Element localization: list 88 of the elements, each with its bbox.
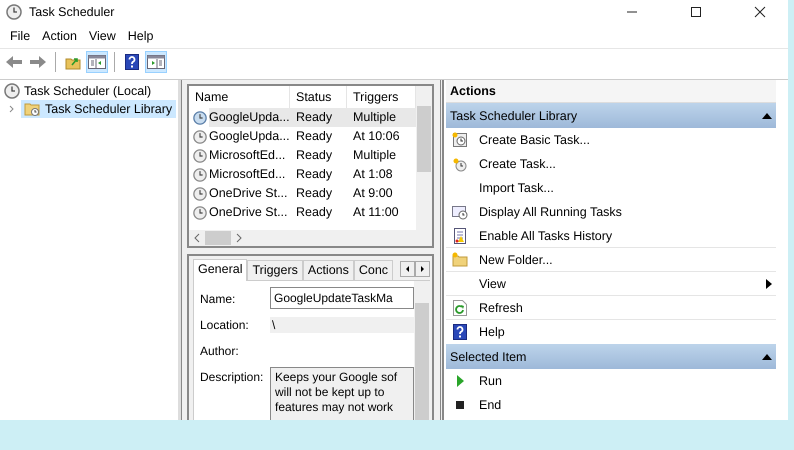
submenu-arrow-icon: [766, 278, 772, 288]
clock-icon: [193, 168, 207, 182]
table-cell-text: GoogleUpda...: [209, 128, 290, 145]
tree-item[interactable]: Task Scheduler (Local): [24, 84, 152, 98]
clock-icon: [6, 4, 22, 20]
command-link[interactable]: Import Task...: [479, 181, 554, 195]
section-header[interactable]: Task Scheduler Library: [446, 103, 776, 128]
actions-header: Actions: [446, 80, 776, 103]
menu-item[interactable]: Action: [36, 29, 83, 43]
command-link[interactable]: Refresh: [479, 300, 523, 314]
clock-icon: [193, 148, 207, 162]
description-field[interactable]: Keeps your Google sof will not be kept up to features may not work: [270, 367, 414, 420]
table-cell-text: At 11:00: [352, 204, 400, 221]
menu-item[interactable]: View: [82, 29, 122, 43]
command-link[interactable]: New Folder...: [479, 252, 553, 266]
tab[interactable]: Triggers: [247, 260, 303, 280]
table-cell-text: OneDrive St...: [209, 204, 288, 221]
calendar-clock-icon: [452, 132, 468, 148]
log-icon: [452, 228, 468, 244]
table-cell-text: Ready: [295, 147, 334, 164]
tree-item[interactable]: Task Scheduler Library: [21, 100, 176, 118]
table-row[interactable]: GoogleUpda... Ready At 10:06: [189, 127, 416, 146]
field-label: Location:: [200, 317, 250, 334]
refresh-icon: [453, 300, 467, 316]
command-link[interactable]: Create Task...: [479, 157, 556, 171]
table-cell-text: Ready: [295, 185, 334, 202]
table-row[interactable]: OneDrive St... Ready At 11:00: [189, 203, 416, 222]
table-cell-text: MicrosoftEd...: [209, 147, 286, 164]
field-label: Author:: [200, 343, 240, 360]
command-link[interactable]: View: [479, 276, 506, 290]
table-cell: Multiple: [347, 108, 416, 127]
command-link[interactable]: Enable All Tasks History: [479, 228, 612, 242]
table-row[interactable]: MicrosoftEd... Ready At 1:08: [189, 165, 416, 184]
help-icon: [453, 324, 467, 340]
name-field[interactable]: GoogleUpdateTaskMa: [270, 287, 414, 309]
pane-icon[interactable]: [86, 51, 108, 73]
command-link[interactable]: Display All Running Tasks: [479, 205, 622, 219]
collapse-icon[interactable]: [762, 354, 772, 360]
table-cell-text: At 9:00: [352, 185, 394, 202]
pane-icon[interactable]: [145, 51, 167, 73]
table-cell-text: At 10:06: [352, 128, 401, 145]
chevron-icon[interactable]: [8, 105, 16, 113]
stop-icon: [453, 398, 467, 412]
vertical-scrollbar[interactable]: [416, 86, 432, 246]
table-cell-text: At 1:08: [352, 166, 394, 183]
command-link[interactable]: Help: [479, 325, 505, 339]
clock-icon: [4, 83, 20, 99]
menu-item[interactable]: Help: [122, 29, 160, 43]
scroll-thumb[interactable]: [415, 303, 429, 420]
maximize-icon[interactable]: [690, 6, 702, 18]
folder-icon: [452, 252, 468, 268]
command-link[interactable]: End: [479, 398, 502, 412]
table-row[interactable]: GoogleUpda... Ready Multiple: [189, 108, 416, 127]
table-cell-text: OneDrive St...: [209, 185, 288, 202]
table-row[interactable]: OneDrive St... Ready At 9:00: [189, 184, 416, 203]
command-link[interactable]: Run: [479, 374, 502, 388]
clock-icon: [193, 206, 207, 220]
clock-icon: [193, 186, 207, 200]
table-cell-text: Ready: [295, 204, 334, 221]
window-title: Task Scheduler: [29, 5, 114, 19]
tab[interactable]: Conc: [354, 260, 394, 280]
tab[interactable]: General: [193, 259, 248, 281]
clock-icon: [452, 156, 468, 172]
table-row[interactable]: MicrosoftEd... Ready Multiple: [189, 146, 416, 165]
command-link[interactable]: Create Basic Task...: [479, 133, 590, 147]
tab-scroll-arrows-icon[interactable]: [400, 261, 430, 277]
table-cell-text: Multiple: [352, 147, 398, 164]
horizontal-scrollbar[interactable]: [189, 230, 416, 246]
scroll-thumb[interactable]: [417, 106, 431, 172]
menu-item[interactable]: File: [4, 29, 36, 43]
scroll-thumb[interactable]: [205, 231, 231, 245]
window-clock-icon: [452, 204, 468, 220]
clock-icon: [193, 110, 207, 124]
collapse-icon[interactable]: [762, 112, 772, 118]
table-cell-text: Ready: [295, 166, 334, 183]
location-field: \: [270, 317, 414, 333]
tab[interactable]: Actions: [302, 260, 354, 280]
table-cell: Ready: [290, 108, 347, 127]
close-icon[interactable]: [754, 6, 766, 18]
clock-icon: [193, 130, 207, 144]
vertical-scrollbar[interactable]: [414, 281, 430, 420]
table-cell-text: GoogleUpda...: [209, 109, 290, 126]
table-cell-text: Ready: [295, 128, 334, 145]
section-header[interactable]: Selected Item: [446, 344, 776, 369]
folder-clock-icon: [24, 101, 40, 117]
table-cell-text: MicrosoftEd...: [209, 166, 286, 183]
field-label: Name:: [200, 291, 236, 308]
field-label: Description:: [200, 369, 264, 386]
